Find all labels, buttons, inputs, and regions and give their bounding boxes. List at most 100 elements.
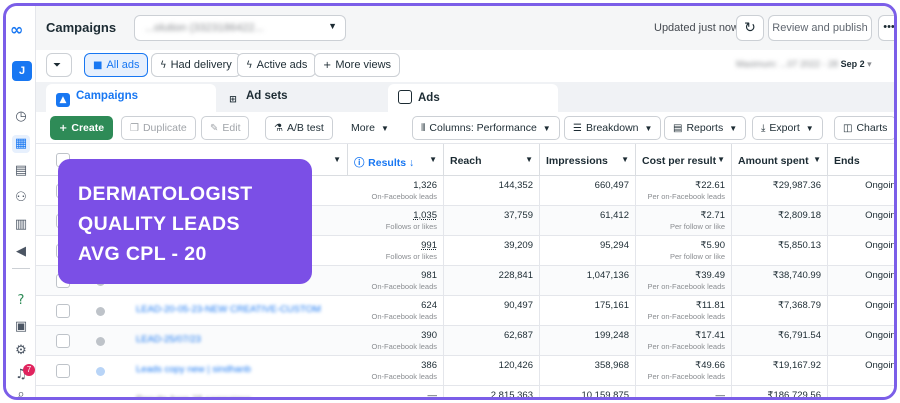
column-header-results[interactable]: ⓘ Results ↓ ▼ bbox=[348, 144, 444, 176]
column-header-cost-per-result[interactable]: Cost per result ▼ bbox=[636, 144, 732, 176]
delivery-toggle[interactable] bbox=[96, 337, 105, 346]
totals-row[interactable]: Results from 28 campaigns —Multiple conve… bbox=[36, 386, 894, 400]
row-checkbox[interactable] bbox=[56, 334, 70, 348]
row-checkbox[interactable] bbox=[56, 364, 70, 378]
had-delivery-view[interactable]: ϟ Had delivery bbox=[151, 53, 241, 77]
cell-ends: Ongoing bbox=[828, 326, 896, 356]
chevron-down-icon: ▼ bbox=[729, 124, 738, 133]
cpr-value: ₹49.66 bbox=[695, 360, 725, 371]
campaign-name[interactable]: LEAD-25/07/23 bbox=[136, 334, 201, 345]
ends-value: Ongoing bbox=[865, 360, 896, 371]
filter-icon-button[interactable]: ⏷ bbox=[46, 53, 72, 77]
cell-cpr: ₹11.81 Per on-Facebook leads bbox=[636, 296, 732, 326]
all-ads-view[interactable]: ■ All ads bbox=[84, 53, 149, 77]
more-views-button[interactable]: + More views bbox=[314, 53, 401, 77]
ends-value: Ongoing bbox=[865, 210, 896, 221]
folder-icon: ■ bbox=[93, 60, 103, 71]
reach-header-label: Reach bbox=[450, 155, 482, 167]
cell-reach: 62,687 bbox=[444, 326, 540, 356]
tab-ads[interactable]: Ads bbox=[388, 84, 558, 112]
edit-button[interactable]: ✎ Edit bbox=[201, 116, 250, 140]
cell-reach: 144,352 bbox=[444, 176, 540, 206]
cell-reach: 2,815,363 bbox=[444, 386, 540, 397]
settings-icon[interactable]: ⚙ bbox=[12, 342, 30, 360]
impressions-value: 660,497 bbox=[594, 180, 629, 191]
ends-header-label: Ends bbox=[834, 155, 860, 167]
overview-icon[interactable]: ◷ bbox=[12, 108, 30, 126]
results-value: 981 bbox=[421, 270, 437, 281]
create-button[interactable]: + Create bbox=[50, 116, 114, 140]
campaigns-table-icon[interactable]: ▦ bbox=[12, 135, 30, 153]
column-header-ends[interactable]: Ends ▼ bbox=[828, 144, 894, 176]
column-header-impressions[interactable]: Impressions ▼ bbox=[540, 144, 636, 176]
top-header: Campaigns ...olution (3323186422... ▼ Up… bbox=[36, 6, 894, 50]
delivery-toggle[interactable] bbox=[96, 307, 105, 316]
cell-cpr: ₹49.66 Per on-Facebook leads bbox=[636, 356, 732, 386]
audiences-icon[interactable]: ⚇ bbox=[12, 189, 30, 207]
campaign-name[interactable]: Leads copy new | sindhanb bbox=[136, 364, 251, 375]
ads-window-icon bbox=[398, 90, 412, 104]
charts-button[interactable]: ◫ Charts bbox=[834, 116, 894, 140]
reports-icon[interactable]: ▤ bbox=[12, 162, 30, 180]
account-avatar[interactable]: J bbox=[12, 61, 32, 81]
chevron-down-icon: ▼ bbox=[621, 155, 629, 164]
review-publish-button[interactable]: Review and publish bbox=[768, 15, 872, 41]
date-range-picker[interactable]: Maximum: ...07 2022 - 28 Sep 2 ▾ bbox=[736, 59, 894, 75]
row-checkbox[interactable] bbox=[56, 304, 70, 318]
cell-results: 386 On-Facebook leads bbox=[348, 356, 444, 386]
overlay-line-3: AVG CPL - 20 bbox=[78, 243, 207, 265]
cell-ends: Ongoing bbox=[828, 206, 896, 236]
cpr-subtext: Per on-Facebook leads bbox=[647, 372, 725, 381]
columns-dropdown[interactable]: ⦀ Columns: Performance ▼ bbox=[412, 116, 560, 140]
column-header-reach[interactable]: Reach ▼ bbox=[444, 144, 540, 176]
table-row[interactable]: LEAD-20-05-23-NEW CREATIVE-CUSTOM 624 On-F… bbox=[36, 296, 894, 326]
bolt-icon: ϟ bbox=[246, 60, 253, 71]
refresh-button[interactable]: ↻ bbox=[736, 15, 764, 41]
cpr-value: — bbox=[715, 390, 726, 400]
duplicate-button[interactable]: ❐ Duplicate bbox=[121, 116, 196, 140]
table-row[interactable]: LEAD-25/07/23 390 On-Facebook leads 62,687 1… bbox=[36, 326, 894, 356]
search-icon[interactable]: ⌕ bbox=[12, 386, 30, 397]
delivery-toggle[interactable] bbox=[96, 367, 105, 376]
cell-impressions: 660,497 bbox=[540, 176, 636, 206]
cell-spent: ₹7,368.79 bbox=[732, 296, 828, 326]
ends-value: Ongoing bbox=[865, 180, 896, 191]
date-range-end: Sep 2 bbox=[840, 59, 865, 69]
chevron-down-icon: ▼ bbox=[805, 124, 814, 133]
tab-ad-sets-label: Ad sets bbox=[246, 90, 288, 102]
promo-overlay-card: DERMATOLOGIST QUALITY LEADS AVG CPL - 20 bbox=[58, 159, 312, 284]
chevron-down-icon: ▼ bbox=[717, 155, 725, 164]
more-actions-dropdown[interactable]: More ▼ bbox=[342, 116, 398, 140]
ab-test-button[interactable]: ⚗ A/B test bbox=[265, 116, 333, 140]
billing-icon[interactable]: ▥ bbox=[12, 216, 30, 234]
ends-value: Ongoing bbox=[865, 330, 896, 341]
cell-impressions: 1,047,136 bbox=[540, 266, 636, 296]
campaign-name[interactable]: LEAD-20-05-23-NEW CREATIVE-CUSTOM bbox=[136, 304, 321, 315]
tab-ad-sets[interactable]: ⊞ Ad sets bbox=[216, 84, 386, 112]
spent-value: ₹5,850.13 bbox=[777, 240, 821, 251]
spent-value: ₹7,368.79 bbox=[777, 300, 821, 311]
ad-account-selector[interactable]: ...olution (3323186422... ▼ bbox=[134, 15, 346, 41]
active-ads-view[interactable]: ϟ Active ads bbox=[237, 53, 317, 77]
reports-dropdown[interactable]: ▤ Reports ▼ bbox=[664, 116, 747, 140]
ad-sets-grid-icon: ⊞ bbox=[229, 95, 237, 105]
cell-impressions: 95,294 bbox=[540, 236, 636, 266]
plus-icon: + bbox=[59, 123, 68, 134]
ends-value: Ongoing bbox=[865, 300, 896, 311]
more-options-button[interactable]: ••• bbox=[878, 15, 894, 41]
cpr-value: ₹17.41 bbox=[695, 330, 725, 341]
tab-campaigns[interactable]: ▲ Campaigns bbox=[46, 84, 216, 112]
column-header-amount-spent[interactable]: Amount spent ▼ bbox=[732, 144, 828, 176]
cell-reach: 228,841 bbox=[444, 266, 540, 296]
export-dropdown[interactable]: ⤓ Export ▼ bbox=[752, 116, 823, 140]
megaphone-icon[interactable]: ◀ bbox=[12, 243, 30, 261]
breakdown-dropdown[interactable]: ☰ Breakdown ▼ bbox=[564, 116, 662, 140]
cpr-value: ₹11.81 bbox=[695, 300, 725, 311]
meta-logo-icon[interactable]: ∞ bbox=[10, 20, 23, 39]
table-row[interactable]: Leads copy new | sindhanb 386 On-Facebook … bbox=[36, 356, 894, 386]
page-icon[interactable]: ▣ bbox=[12, 318, 30, 336]
help-icon[interactable]: ? bbox=[12, 292, 30, 310]
flask-icon: ⚗ bbox=[274, 123, 283, 134]
cell-reach: 39,209 bbox=[444, 236, 540, 266]
results-subtext: On-Facebook leads bbox=[371, 192, 437, 201]
